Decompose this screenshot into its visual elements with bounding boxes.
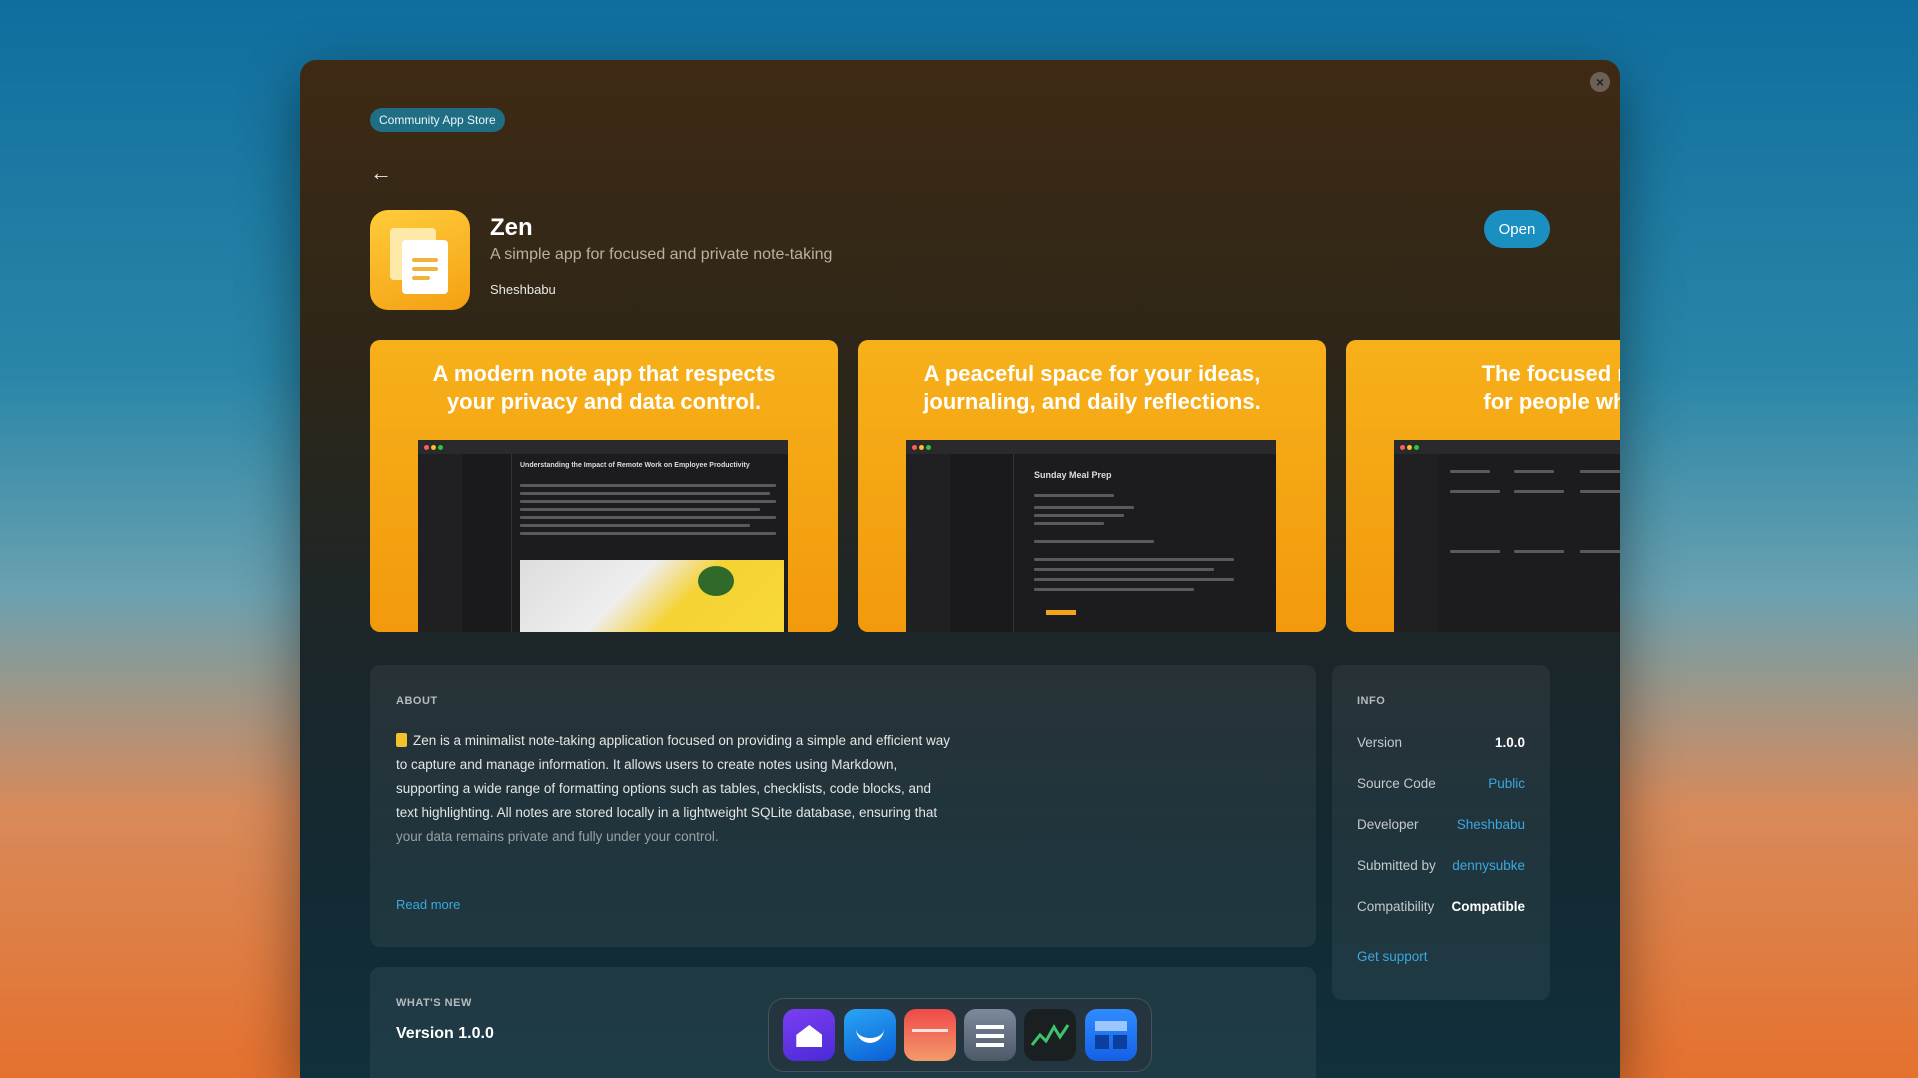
- dashboard-app-icon[interactable]: [1084, 1009, 1137, 1061]
- whats-new-version: Version 1.0.0: [396, 1025, 494, 1042]
- notebook-icon: [396, 733, 407, 747]
- info-row-submitted-by: Submitted by dennysubke: [1357, 858, 1525, 873]
- arrow-left-icon[interactable]: ←: [370, 160, 392, 186]
- app-store-window: × Community App Store ← Zen A simple app…: [300, 60, 1620, 1078]
- app-preview: Understanding the Impact of Remote Work …: [418, 440, 788, 632]
- screenshot-3[interactable]: The focused note-t for people who val: [1346, 340, 1620, 632]
- about-text: Zen is a minimalist note-taking applicat…: [396, 733, 951, 844]
- read-more-link[interactable]: Read more: [396, 897, 460, 912]
- about-label: ABOUT: [396, 695, 438, 707]
- app-developer[interactable]: Sheshbabu: [490, 282, 556, 297]
- settings-app-icon[interactable]: [964, 1009, 1017, 1061]
- get-support-link[interactable]: Get support: [1357, 949, 1428, 964]
- screenshot-caption: A peaceful space for your ideas, journal…: [923, 361, 1261, 414]
- source-code-link[interactable]: Public: [1488, 776, 1525, 791]
- wallet-app-icon[interactable]: [903, 1009, 956, 1061]
- app-subtitle: A simple app for focused and private not…: [490, 246, 833, 263]
- info-panel: INFO Version 1.0.0 Source Code Public Deve…: [1332, 665, 1550, 1000]
- dock: [768, 998, 1152, 1072]
- app-preview: [1394, 440, 1620, 632]
- app-preview: Sunday Meal Prep: [906, 440, 1276, 632]
- screenshot-1[interactable]: A modern note app that respects your pri…: [370, 340, 838, 632]
- mail-app-icon[interactable]: [843, 1009, 896, 1061]
- screenshot-caption: A modern note app that respects your pri…: [432, 361, 776, 414]
- home-app-icon[interactable]: [783, 1009, 836, 1061]
- close-icon[interactable]: ×: [1590, 72, 1610, 92]
- submitter-link[interactable]: dennysubke: [1452, 858, 1525, 873]
- info-row-version: Version 1.0.0: [1357, 735, 1525, 750]
- notes-icon: [370, 210, 470, 310]
- info-row-source-code: Source Code Public: [1357, 776, 1525, 791]
- developer-link[interactable]: Sheshbabu: [1457, 817, 1525, 832]
- screenshot-2[interactable]: A peaceful space for your ideas, journal…: [858, 340, 1326, 632]
- info-row-developer: Developer Sheshbabu: [1357, 817, 1525, 832]
- store-badge: Community App Store: [370, 108, 505, 132]
- app-name: Zen: [490, 214, 533, 241]
- screenshot-carousel[interactable]: A modern note app that respects your pri…: [370, 340, 1620, 632]
- info-row-compatibility: Compatibility Compatible: [1357, 899, 1525, 914]
- stocks-app-icon[interactable]: [1024, 1009, 1077, 1061]
- open-button[interactable]: Open: [1484, 210, 1550, 248]
- whats-new-label: WHAT'S NEW: [396, 997, 472, 1009]
- info-label: INFO: [1357, 695, 1386, 707]
- about-section: ABOUT Zen is a minimalist note-taking ap…: [370, 665, 1316, 947]
- screenshot-caption: The focused note-t for people who val: [1481, 361, 1620, 414]
